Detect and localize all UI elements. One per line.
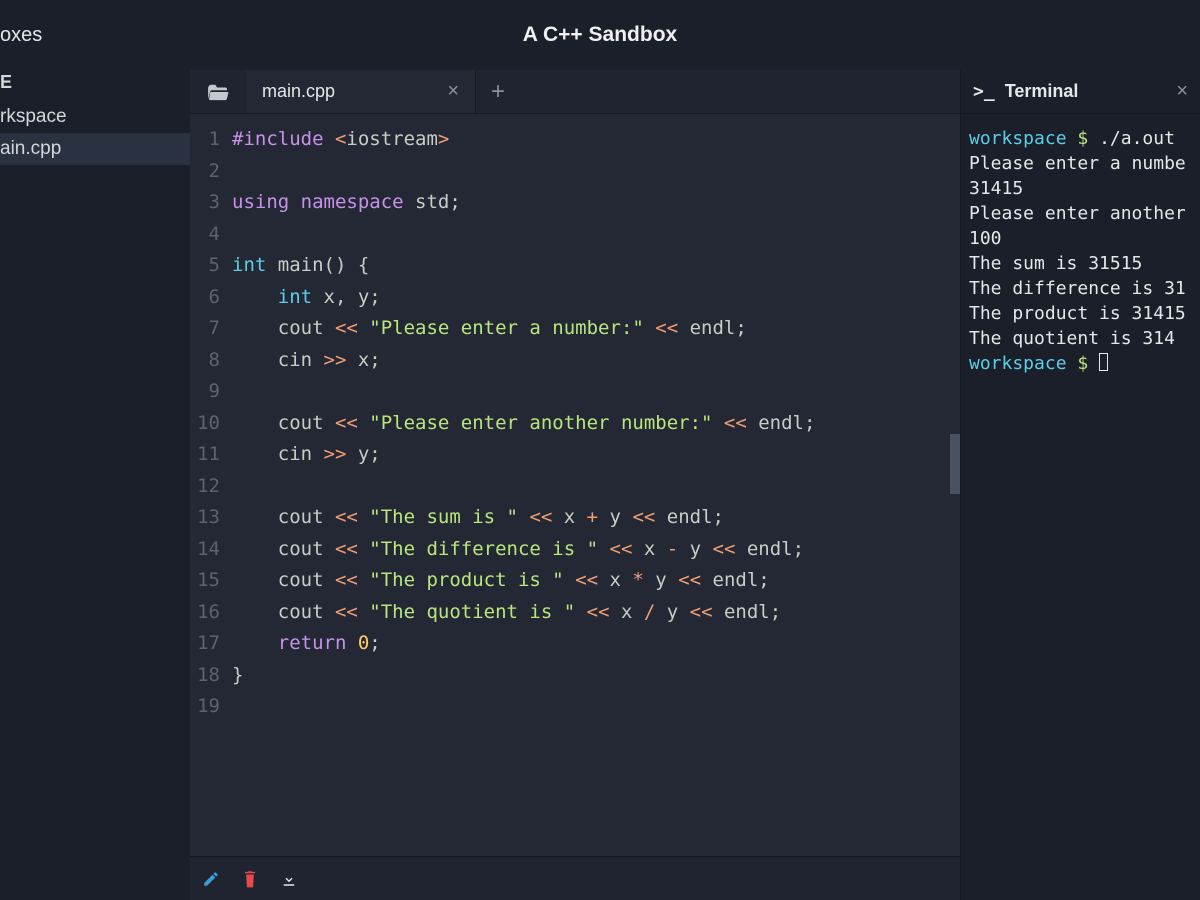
line-number-gutter: 12345678910111213141516171819 <box>190 114 228 856</box>
editor-area: main.cpp × + 123456789101112131415161718… <box>190 70 960 900</box>
tab-main-cpp[interactable]: main.cpp × <box>246 70 476 113</box>
terminal-panel: >_ Terminal × workspace $ ./a.outPlease … <box>960 70 1200 900</box>
main: E rkspace ain.cpp main.cpp × + 123456789… <box>0 70 1200 900</box>
titlebar-left-truncated: oxes <box>0 24 190 47</box>
folder-open-icon <box>207 83 229 101</box>
file-explorer: E rkspace ain.cpp <box>0 70 190 900</box>
tab-label: main.cpp <box>262 81 335 102</box>
page-title: A C++ Sandbox <box>190 23 1010 47</box>
terminal-header: >_ Terminal × <box>961 70 1200 114</box>
terminal-cursor <box>1099 353 1108 371</box>
terminal-title: Terminal <box>1005 81 1079 102</box>
editor-statusbar <box>190 856 960 900</box>
tree-file-main-cpp[interactable]: ain.cpp <box>0 133 190 165</box>
titlebar: oxes A C++ Sandbox <box>0 0 1200 70</box>
tab-bar: main.cpp × + <box>190 70 960 114</box>
terminal-close-button[interactable]: × <box>1176 80 1188 103</box>
explorer-header: E <box>0 70 190 101</box>
terminal-prompt-icon: >_ <box>973 81 995 102</box>
tree-folder-workspace[interactable]: rkspace <box>0 101 190 133</box>
trash-icon <box>242 870 258 888</box>
download-icon <box>280 870 298 888</box>
pencil-icon <box>202 870 220 888</box>
code-editor[interactable]: 12345678910111213141516171819 #include <… <box>190 114 960 856</box>
new-tab-button[interactable]: + <box>476 70 520 113</box>
open-folder-button[interactable] <box>190 70 246 113</box>
delete-button[interactable] <box>242 870 258 888</box>
download-button[interactable] <box>280 870 298 888</box>
code-content[interactable]: #include <iostream> using namespace std;… <box>228 114 960 856</box>
editor-scrollbar-thumb[interactable] <box>950 434 960 494</box>
edit-button[interactable] <box>202 870 220 888</box>
close-tab-button[interactable]: × <box>447 80 459 103</box>
terminal-output[interactable]: workspace $ ./a.outPlease enter a numbe3… <box>961 114 1200 900</box>
